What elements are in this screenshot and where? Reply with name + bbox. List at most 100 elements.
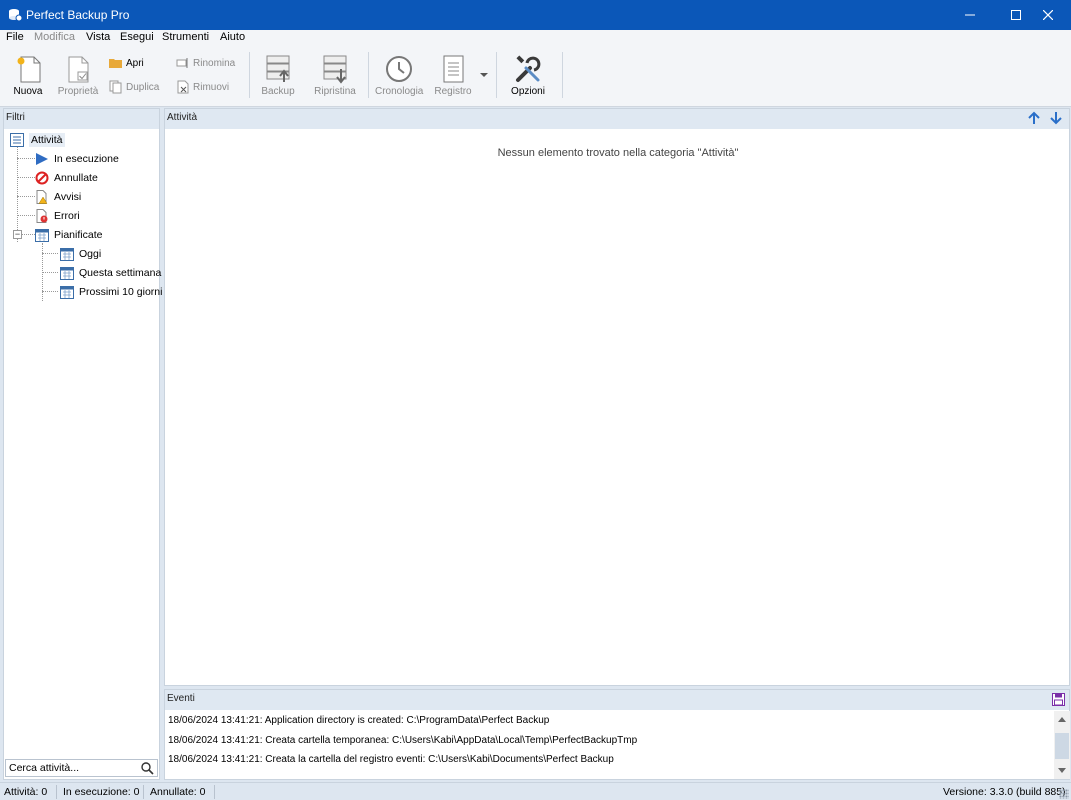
tree-line bbox=[42, 291, 58, 292]
rename-label: Rinomina bbox=[193, 57, 236, 69]
error-document-icon bbox=[36, 209, 48, 223]
toolbar-separator bbox=[368, 52, 369, 98]
properties-icon bbox=[68, 56, 89, 83]
tree-line bbox=[17, 177, 35, 178]
backup-button[interactable]: Backup bbox=[258, 54, 298, 97]
tree-item-running[interactable]: In esecuzione bbox=[35, 150, 119, 168]
folder-icon bbox=[109, 59, 122, 68]
tree-item-label: Errori bbox=[54, 210, 80, 222]
options-button[interactable]: Opzioni bbox=[508, 54, 548, 97]
maximize-icon bbox=[1011, 10, 1021, 20]
empty-message: Nessun elemento trovato nella categoria … bbox=[497, 147, 739, 159]
tree-item-label: Annullate bbox=[54, 172, 98, 184]
calendar-icon bbox=[60, 248, 74, 261]
arrow-up-icon[interactable] bbox=[1027, 111, 1041, 125]
cancel-icon bbox=[35, 171, 49, 185]
restore-button[interactable]: Ripristina bbox=[312, 54, 358, 97]
menu-vista[interactable]: Vista bbox=[86, 31, 110, 43]
scroll-up-icon[interactable] bbox=[1058, 717, 1066, 722]
scroll-down-icon[interactable] bbox=[1058, 768, 1066, 773]
tree-item-next-10-days[interactable]: Prossimi 10 giorni bbox=[60, 283, 162, 301]
calendar-icon bbox=[60, 267, 74, 280]
tree-line bbox=[17, 145, 18, 242]
events-log: 18/06/2024 13:41:21: Application directo… bbox=[168, 715, 637, 774]
status-separator bbox=[143, 785, 144, 799]
history-label: Cronologia bbox=[375, 86, 424, 97]
log-button[interactable]: Registro bbox=[432, 54, 474, 97]
menu-esegui[interactable]: Esegui bbox=[120, 31, 154, 43]
status-separator bbox=[56, 785, 57, 799]
close-icon bbox=[1043, 10, 1053, 20]
calendar-icon bbox=[60, 286, 74, 299]
arrow-down-icon[interactable] bbox=[1049, 111, 1063, 125]
tree-item-today[interactable]: Oggi bbox=[60, 245, 101, 263]
options-label: Opzioni bbox=[511, 86, 545, 97]
status-cancelled: Annullate: 0 bbox=[150, 786, 206, 798]
close-button[interactable] bbox=[1025, 0, 1071, 30]
activities-panel: Attività Nessun elemento trovato nella c… bbox=[164, 108, 1070, 686]
events-scrollbar[interactable] bbox=[1054, 711, 1070, 779]
events-header: Eventi bbox=[165, 690, 1069, 710]
minimize-button[interactable] bbox=[947, 0, 993, 30]
status-running: In esecuzione: 0 bbox=[63, 786, 140, 798]
app-icon bbox=[9, 9, 22, 22]
menu-bar: File Modifica Vista Esegui Strumenti Aiu… bbox=[0, 30, 1071, 46]
menu-modifica[interactable]: Modifica bbox=[34, 31, 75, 43]
menu-strumenti[interactable]: Strumenti bbox=[162, 31, 209, 43]
log-line: 18/06/2024 13:41:21: Creata la cartella … bbox=[168, 754, 614, 765]
history-clock-icon bbox=[386, 56, 412, 82]
log-dropdown-arrow[interactable] bbox=[480, 73, 488, 77]
menu-file[interactable]: File bbox=[6, 31, 24, 43]
tree-item-label: Prossimi 10 giorni bbox=[79, 286, 163, 298]
tree-line bbox=[17, 158, 35, 159]
toolbar-separator bbox=[496, 52, 497, 98]
tree-line bbox=[42, 253, 58, 254]
events-header-label: Eventi bbox=[167, 693, 195, 704]
duplicate-button[interactable]: Duplica bbox=[109, 80, 159, 94]
open-button[interactable]: Apri bbox=[109, 57, 144, 69]
resize-grip[interactable] bbox=[1059, 789, 1069, 799]
tree-item-cancelled[interactable]: Annullate bbox=[35, 169, 98, 187]
toolbar: Nuova Proprietà Apri Duplica Rinomina Ri… bbox=[0, 46, 1071, 107]
status-activities: Attività: 0 bbox=[4, 786, 48, 798]
status-bar: Attività: 0 In esecuzione: 0 Annullate: … bbox=[0, 782, 1071, 800]
tree-item-scheduled[interactable]: Pianificate bbox=[35, 226, 102, 244]
search-icon[interactable] bbox=[141, 762, 154, 775]
new-button[interactable]: Nuova bbox=[10, 54, 46, 97]
tree-item-warnings[interactable]: Avvisi bbox=[35, 188, 81, 206]
status-separator bbox=[214, 785, 215, 799]
remove-label: Rimuovi bbox=[193, 81, 230, 93]
tree-line bbox=[17, 215, 35, 216]
activities-list-icon bbox=[10, 133, 24, 147]
tools-icon bbox=[516, 55, 541, 82]
tree-item-this-week[interactable]: Questa settimana bbox=[60, 264, 161, 282]
remove-icon bbox=[177, 80, 189, 94]
toolbar-separator bbox=[249, 52, 250, 98]
new-document-icon bbox=[17, 56, 41, 83]
title-bar: Perfect Backup Pro bbox=[0, 0, 1071, 30]
tree-item-label: In esecuzione bbox=[54, 153, 119, 165]
history-button[interactable]: Cronologia bbox=[375, 54, 423, 97]
activities-header: Attività bbox=[165, 109, 1069, 129]
properties-label: Proprietà bbox=[57, 86, 99, 97]
restore-label: Ripristina bbox=[314, 86, 356, 97]
toolbar-separator bbox=[562, 52, 563, 98]
duplicate-label: Duplica bbox=[126, 81, 160, 93]
status-version: Versione: 3.3.0 (build 885) bbox=[943, 786, 1066, 798]
properties-button[interactable]: Proprietà bbox=[56, 54, 100, 97]
remove-button[interactable]: Rimuovi bbox=[176, 80, 229, 94]
collapse-toggle[interactable]: − bbox=[13, 230, 22, 239]
tree-item-errors[interactable]: Errori bbox=[35, 207, 80, 225]
tree-line bbox=[42, 272, 58, 273]
rename-button[interactable]: Rinomina bbox=[176, 57, 235, 69]
menu-aiuto[interactable]: Aiuto bbox=[220, 31, 245, 43]
tree-item-activities[interactable]: Attività bbox=[10, 131, 65, 149]
calendar-icon bbox=[35, 229, 49, 242]
scroll-thumb[interactable] bbox=[1055, 733, 1069, 759]
search-input[interactable] bbox=[6, 760, 136, 776]
log-line: 18/06/2024 13:41:21: Application directo… bbox=[168, 715, 550, 726]
restore-icon bbox=[323, 55, 347, 84]
tree-item-label: Attività bbox=[29, 133, 65, 147]
log-label: Registro bbox=[434, 86, 472, 97]
save-icon[interactable] bbox=[1052, 693, 1065, 706]
